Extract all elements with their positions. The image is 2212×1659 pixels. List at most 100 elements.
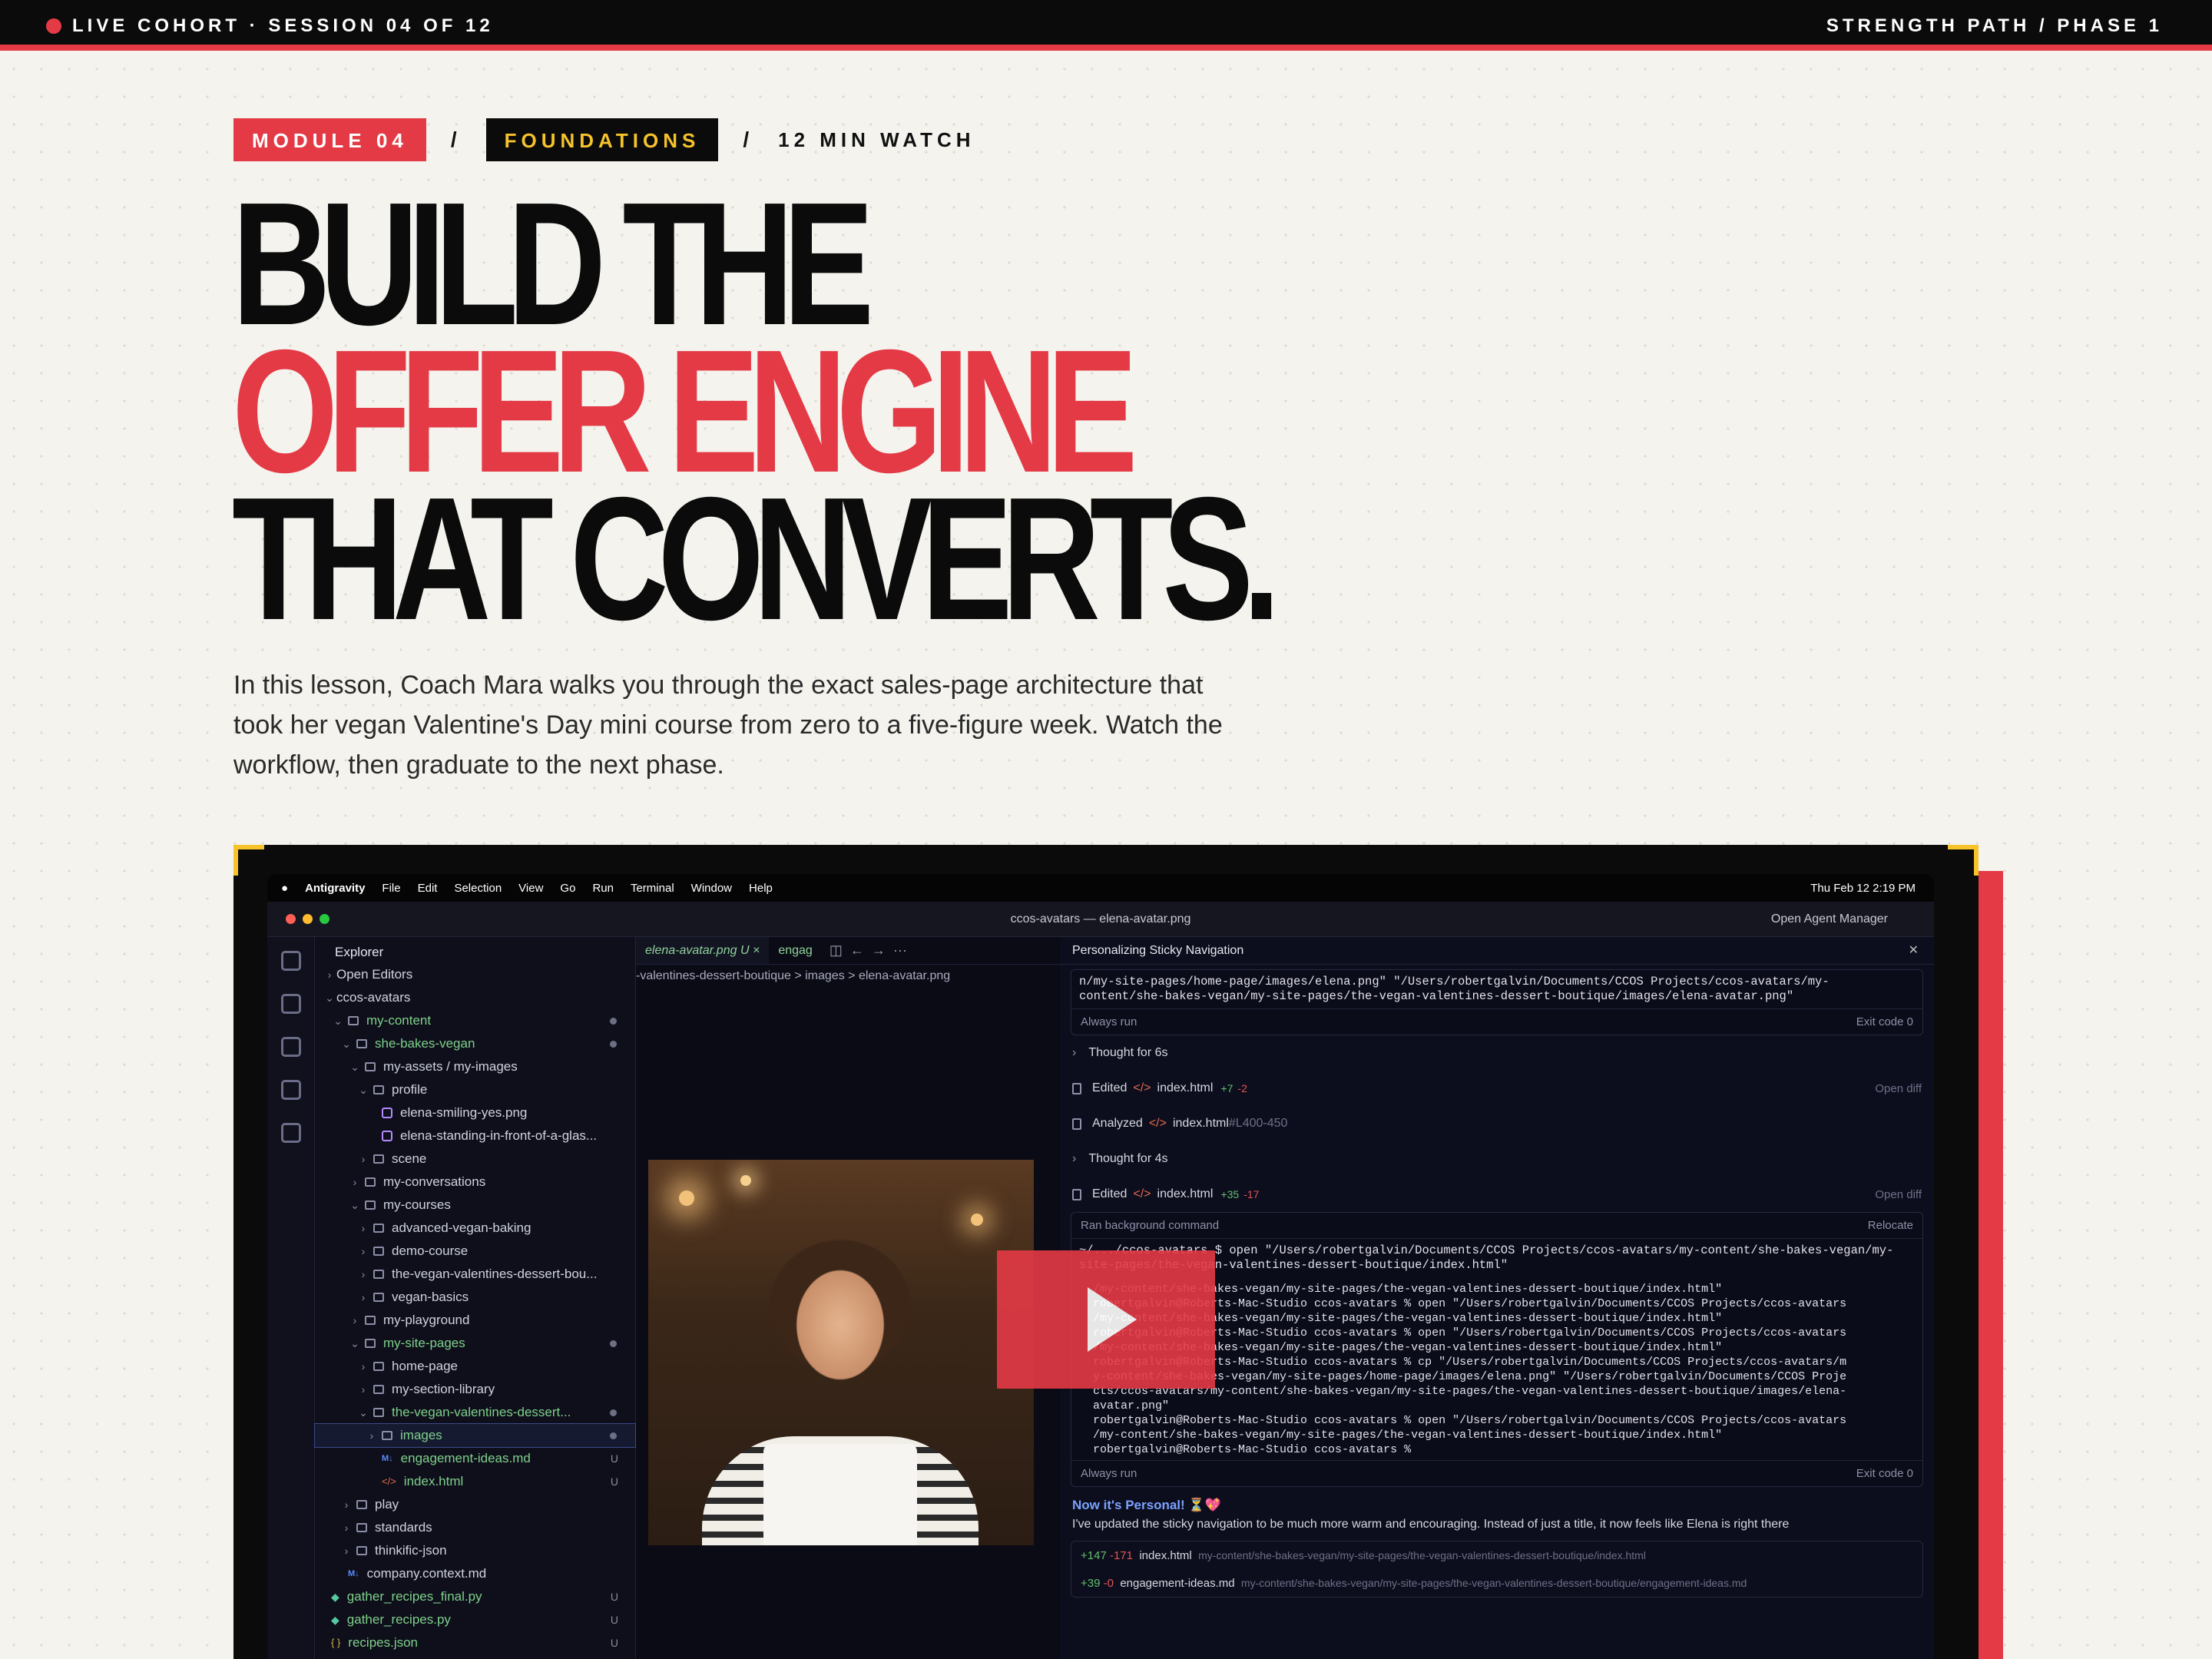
tree-item-label: my-content [366,1013,432,1028]
open-editors-label: Open Editors [336,967,413,982]
tag-separator: / [743,127,754,151]
menubar-clock: Thu Feb 12 2:19 PM [1810,881,1916,895]
tree-item: ◆ gather_recipes.py U [315,1608,635,1631]
explorer-title: Explorer [335,945,384,959]
chevron-icon: › [353,1176,357,1188]
tree-item: › demo-course [315,1240,635,1263]
tree-item: ⌄ my-courses [315,1194,635,1217]
always-run: Always run [1081,1015,1137,1028]
apple-icon: ● [281,881,289,895]
tree-item: › the-vegan-valentines-dessert-bou... [315,1263,635,1286]
file-icon [1072,1118,1081,1130]
chevron-icon: › [369,1429,374,1442]
lesson-intro: In this lesson, Coach Mara walks you thr… [233,671,1223,780]
tree-item: ⌄ my-site-pages [315,1332,635,1355]
play-button[interactable] [997,1250,1215,1389]
folder-icon [373,1154,384,1164]
apron [763,1444,917,1545]
tree-item: › standards [315,1516,635,1539]
git-untracked-badge: U [610,1637,618,1649]
git-modified-dot-icon [610,1339,617,1347]
folder-icon [365,1177,376,1187]
tree-item-label: gather_recipes_final.py [346,1589,482,1604]
chevron-icon: › [361,1222,366,1234]
exit-code: Exit code 0 [1856,1467,1913,1480]
step-file: index.html [1172,1117,1229,1130]
changed-file-name: engagement-ideas.md [1120,1577,1235,1590]
avatar-image [648,1160,1034,1545]
tree-item-label: standards [375,1520,432,1535]
tree-item: › scene [315,1147,635,1171]
agent-step: › Thought for 4s [1060,1141,1934,1177]
git-modified-dot-icon [610,1017,617,1025]
menu-item: Help [749,881,773,895]
changed-file-name: index.html [1139,1549,1192,1562]
search-icon [280,994,301,1014]
folder-icon [373,1270,384,1279]
bokeh-light [679,1190,694,1206]
agent-step: › Thought for 6s [1060,1035,1934,1071]
tree-item: ⌄ my-assets / my-images [315,1055,635,1078]
always-run: Always run [1081,1467,1137,1480]
tree-item: › home-page [315,1355,635,1378]
module-tag: MODULE 04 [233,118,426,161]
git-modified-dot-icon [610,1409,617,1416]
tree-item-label: demo-course [392,1243,469,1258]
tree-item-label: my-assets / my-images [383,1059,518,1074]
folder-icon [373,1293,384,1302]
folder-icon [373,1247,384,1256]
terminal-line: /my-content/she-bakes-vegan/my-site-page… [1093,1312,1723,1325]
menu-item: Selection [454,881,502,895]
lines-removed: -17 [1243,1188,1260,1200]
folder-icon [365,1062,376,1071]
terminal-line: robertgalvin@Roberts-Mac-Studio ccos-ava… [1093,1326,1847,1339]
chevron-icon: › [361,1153,366,1165]
menu-item: Edit [417,881,438,895]
chevron-icon: › [361,1383,366,1396]
bg-command-title: Ran background command [1081,1219,1220,1232]
file-tree: ⌄ my-content ⌄ she-bakes-vegan ⌄ my-assets / … [314,1009,636,1654]
tree-item: › play [315,1493,635,1516]
open-diff-link: Open diff [1875,1081,1922,1095]
tree-item: { } recipes.json U [315,1631,635,1654]
agent-step: Edited </> index.html +7 -2 Open diff [1060,1071,1934,1106]
tree-item: › my-conversations [315,1171,635,1194]
lines-added: +35 [1220,1188,1240,1200]
image-file-icon [382,1108,392,1118]
thought-label: Thought for 4s [1088,1152,1168,1165]
terminal-line: avatar.png" [1093,1399,1170,1412]
tree-item-label: engagement-ideas.md [400,1451,531,1465]
agent-title: Personalizing Sticky Navigation ✕ [1060,937,1934,965]
breadcrumb: -valentines-dessert-boutique > images > … [636,969,951,982]
step-file: index.html [1157,1081,1214,1094]
tree-item-label: the-vegan-valentines-dessert... [392,1405,571,1419]
chevron-icon: › [344,1545,349,1557]
html-file-icon: </> [1133,1187,1151,1200]
chevron-icon: › [361,1360,366,1373]
tree-item: › vegan-basics [315,1286,635,1309]
category-tag: FOUNDATIONS [485,118,719,161]
tree-item-label: scene [392,1151,427,1166]
chevron-icon: ⌄ [359,1406,368,1419]
app-name: Antigravity [305,881,366,895]
accent-bar [1979,871,2003,1659]
explorer-panel: Explorer › Open Editors ⌄ ccos-avatars ⌄ my… [314,937,636,1659]
tree-item: ⌄ the-vegan-valentines-dessert... [315,1401,635,1424]
git-modified-dot-icon [610,1040,617,1048]
open-diff-link: Open diff [1875,1187,1922,1201]
terminal-line: /my-content/she-bakes-vegan/my-site-page… [1093,1283,1723,1296]
chevron-icon: › [361,1245,366,1257]
bg-command-header: Ran background command Relocate [1071,1213,1922,1239]
window-title: ccos-avatars — elena-avatar.png [1010,912,1191,926]
tree-item-label: recipes.json [348,1635,419,1650]
exit-code: Exit code 0 [1856,1015,1913,1028]
folder-icon [373,1385,384,1394]
terminal-line: robertgalvin@Roberts-Mac-Studio ccos-ava… [1093,1414,1847,1427]
forward-icon: → [871,942,886,958]
back-icon: ← [849,942,864,958]
lines-added: +7 [1220,1082,1233,1094]
response-heading: Now it's Personal! ⏳💖 [1072,1498,1221,1512]
tree-item: elena-standing-in-front-of-a-glas... [315,1124,635,1147]
bokeh-light [971,1214,983,1226]
chevron-icon: › [361,1291,366,1303]
